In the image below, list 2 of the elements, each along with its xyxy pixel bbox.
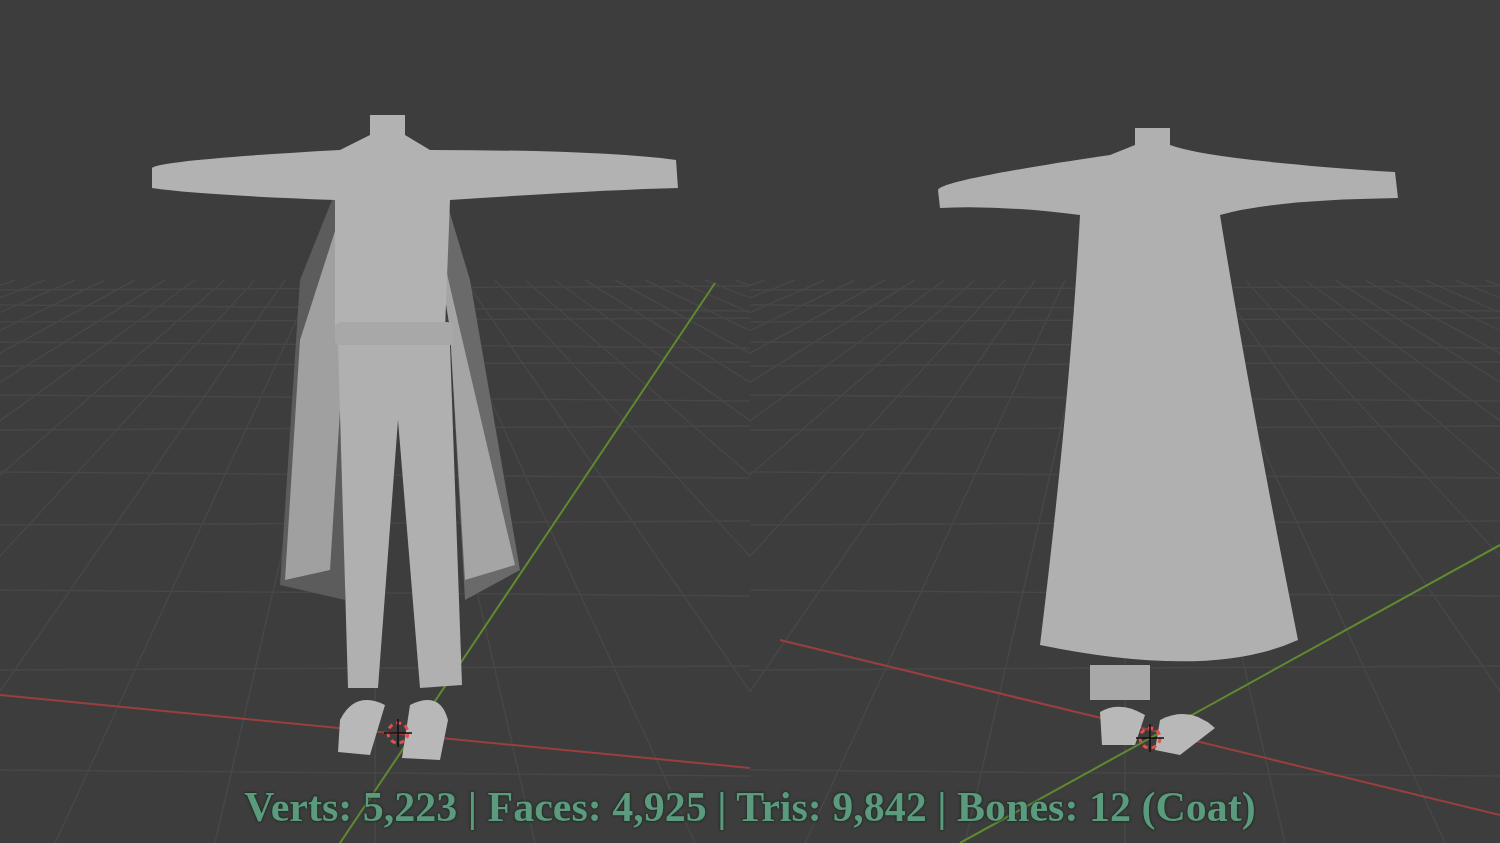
- 3d-cursor-icon: [1135, 723, 1165, 753]
- 3d-cursor-icon: [383, 718, 413, 748]
